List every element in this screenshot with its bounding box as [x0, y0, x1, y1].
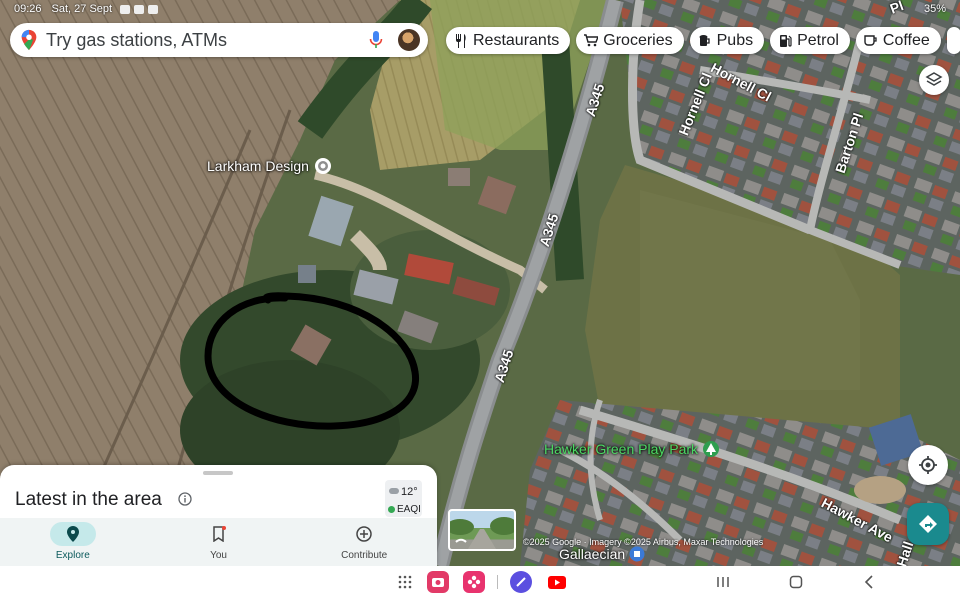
air-quality-label: EAQI: [397, 504, 421, 515]
battery-level: 35%: [923, 3, 946, 15]
google-maps-pin-icon: [21, 29, 37, 51]
notification-icon: [120, 4, 131, 14]
chip-groceries[interactable]: Groceries: [576, 27, 684, 54]
nav-label: Explore: [55, 550, 90, 561]
chip-label: Petrol: [797, 31, 839, 49]
browser-app-icon[interactable]: [510, 571, 532, 593]
street-view-thumbnail[interactable]: [448, 509, 516, 551]
gallery-app-icon[interactable]: [463, 571, 485, 593]
place-label-play-park-text: Hawker Green Play Park: [544, 441, 699, 457]
system-taskbar: [0, 566, 960, 600]
place-label-larkham-text: Larkham Design: [207, 158, 309, 174]
business-marker-icon: [629, 546, 645, 562]
crosshair-icon: [919, 456, 937, 474]
chip-more[interactable]: [946, 27, 960, 54]
layers-button[interactable]: [919, 65, 949, 95]
explore-pin-icon: [49, 522, 96, 546]
camera-app-icon[interactable]: [427, 571, 449, 593]
directions-button[interactable]: [907, 503, 949, 545]
air-quality-dot: [388, 506, 395, 513]
chip-label: Pubs: [716, 31, 754, 49]
coffee-cup-icon: [864, 34, 878, 48]
home-button[interactable]: [785, 571, 807, 593]
chip-pubs[interactable]: Pubs: [689, 27, 765, 54]
status-date: Sat, 27 Sept: [51, 3, 113, 15]
weather-widget[interactable]: 12° EAQI: [385, 480, 422, 517]
temperature: 12°: [401, 486, 418, 498]
notification-icon: [134, 4, 145, 14]
explore-bottom-sheet[interactable]: Latest in the area 12° EAQI Explore You …: [0, 465, 437, 566]
back-button[interactable]: [858, 571, 880, 593]
place-label-gallaecian-text: Gallaecian: [559, 546, 626, 562]
notification-icon: [148, 4, 159, 14]
chip-label: Restaurants: [473, 31, 560, 49]
nav-contribute[interactable]: Contribute: [291, 518, 437, 566]
bookmark-icon: [196, 522, 242, 546]
notification-icons: [120, 4, 159, 14]
sheet-drag-handle[interactable]: [203, 471, 233, 475]
location-marker-icon: [314, 158, 331, 174]
map-copyright: ©2025 Google · Imagery ©2025 Airbus, Max…: [523, 537, 764, 547]
category-chips: Restaurants Groceries Pubs Petrol Coffee: [446, 27, 960, 54]
place-label-larkham[interactable]: Larkham Design: [207, 157, 332, 175]
cart-icon: [584, 34, 599, 48]
info-icon[interactable]: [178, 492, 192, 506]
nav-label: Contribute: [341, 550, 388, 561]
chip-label: Groceries: [603, 31, 673, 49]
recent-apps-button[interactable]: [712, 571, 734, 593]
cloud-icon: [389, 488, 399, 494]
bottom-navigation: Explore You Contribute: [0, 518, 437, 566]
layers-icon: [925, 72, 943, 86]
park-marker-icon: [703, 441, 720, 457]
app-drawer-icon[interactable]: [394, 571, 416, 593]
street-view-preview: [450, 517, 514, 549]
nav-explore[interactable]: Explore: [0, 518, 146, 566]
chip-label: Coffee: [882, 31, 930, 49]
my-location-button[interactable]: [908, 445, 948, 485]
fuel-pump-icon: [778, 34, 792, 48]
place-label-gallaecian[interactable]: Gallaecian: [559, 546, 645, 562]
chip-restaurants[interactable]: Restaurants: [446, 27, 571, 54]
search-input[interactable]: Try gas stations, ATMs: [46, 30, 368, 51]
place-label-play-park[interactable]: Hawker Green Play Park: [544, 440, 720, 458]
add-circle-icon: [341, 522, 387, 546]
beer-mug-icon: [698, 34, 712, 48]
chip-petrol[interactable]: Petrol: [770, 27, 850, 54]
microphone-icon[interactable]: [368, 30, 384, 50]
directions-icon: [919, 515, 937, 533]
taskbar-divider: [497, 575, 498, 589]
nav-you[interactable]: You: [146, 518, 292, 566]
search-bar[interactable]: Try gas stations, ATMs: [10, 23, 428, 57]
account-avatar[interactable]: [398, 29, 420, 51]
status-time: 09:26: [14, 3, 42, 15]
chip-coffee[interactable]: Coffee: [855, 27, 941, 54]
status-bar: 09:26 Sat, 27 Sept 35%: [0, 0, 960, 18]
sheet-title: Latest in the area: [15, 489, 162, 510]
youtube-app-icon[interactable]: [546, 571, 568, 593]
fork-knife-icon: [454, 33, 468, 48]
nav-label: You: [210, 550, 227, 561]
